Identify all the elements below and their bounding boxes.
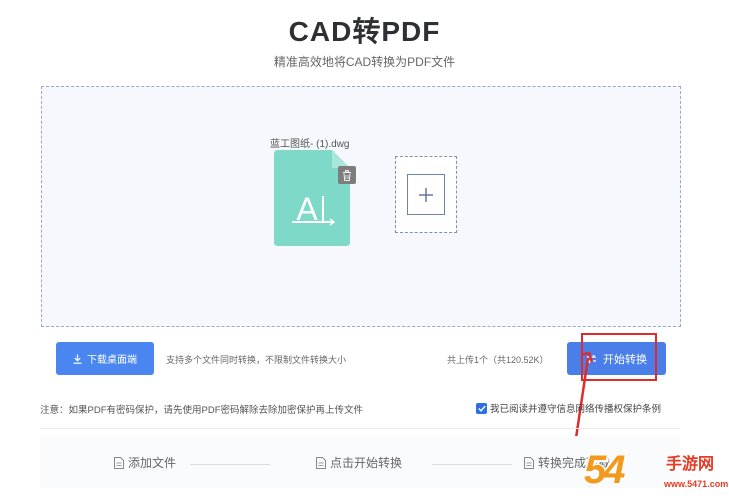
step-connector (190, 464, 270, 465)
delete-file-button[interactable] (338, 166, 356, 184)
convert-icon (586, 354, 597, 363)
download-icon (73, 354, 82, 364)
checkmark-icon (477, 405, 486, 412)
step-download: 转换完成下载 (524, 454, 610, 471)
conversion-steps: 添加文件 点击开始转换 转换完成下载 (40, 436, 680, 488)
start-convert-label: 开始转换 (603, 353, 647, 366)
upload-hint: 支持多个文件同时转换，不限制文件转换大小 (166, 355, 347, 365)
password-notice: 注意：如果PDF有密码保护，请先使用PDF密码解除去除加密保护再上传文件 (40, 405, 364, 416)
start-convert-button[interactable]: 开始转换 (567, 342, 666, 375)
autocad-file-icon: A (274, 150, 350, 246)
file-card[interactable]: A (274, 150, 350, 246)
document-icon (524, 456, 534, 469)
step-label: 转换完成下载 (538, 456, 611, 470)
page-subtitle: 精准高效地将CAD转换为PDF文件 (273, 55, 456, 69)
file-name-label: 蓝工图纸- (1).dwg (270, 139, 350, 150)
agreement-label[interactable]: 我已阅读并遵守信息网络传播权保护条例 (490, 401, 661, 415)
action-toolbar: 下载桌面端 支持多个文件同时转换，不限制文件转换大小 共上传1个（共120.52… (0, 340, 729, 380)
upload-dropzone[interactable] (41, 86, 681, 327)
plus-icon (419, 187, 433, 202)
section-divider (40, 428, 680, 429)
cad-to-pdf-page: CAD转PDF 精准高效地将CAD转换为PDF文件 蓝工图纸- (1).dwg … (0, 0, 729, 500)
step-connector (432, 464, 512, 465)
download-desktop-label: 下载桌面端 (87, 355, 137, 366)
agreement-row: 我已阅读并遵守信息网络传播权保护条例 (476, 401, 661, 415)
add-file-frame (407, 174, 445, 215)
download-desktop-button[interactable]: 下载桌面端 (56, 342, 154, 375)
step-start-convert: 点击开始转换 (316, 454, 402, 471)
upload-counter: 共上传1个（共120.52K） (447, 355, 549, 365)
document-icon (114, 456, 124, 469)
trash-icon (343, 169, 351, 181)
agreement-checkbox[interactable] (476, 402, 487, 414)
page-title: CAD转PDF (288, 16, 441, 47)
step-label: 添加文件 (128, 456, 177, 470)
step-add-file: 添加文件 (114, 454, 176, 471)
add-file-button[interactable] (395, 156, 457, 233)
step-label: 点击开始转换 (330, 456, 403, 470)
document-icon (316, 456, 326, 469)
